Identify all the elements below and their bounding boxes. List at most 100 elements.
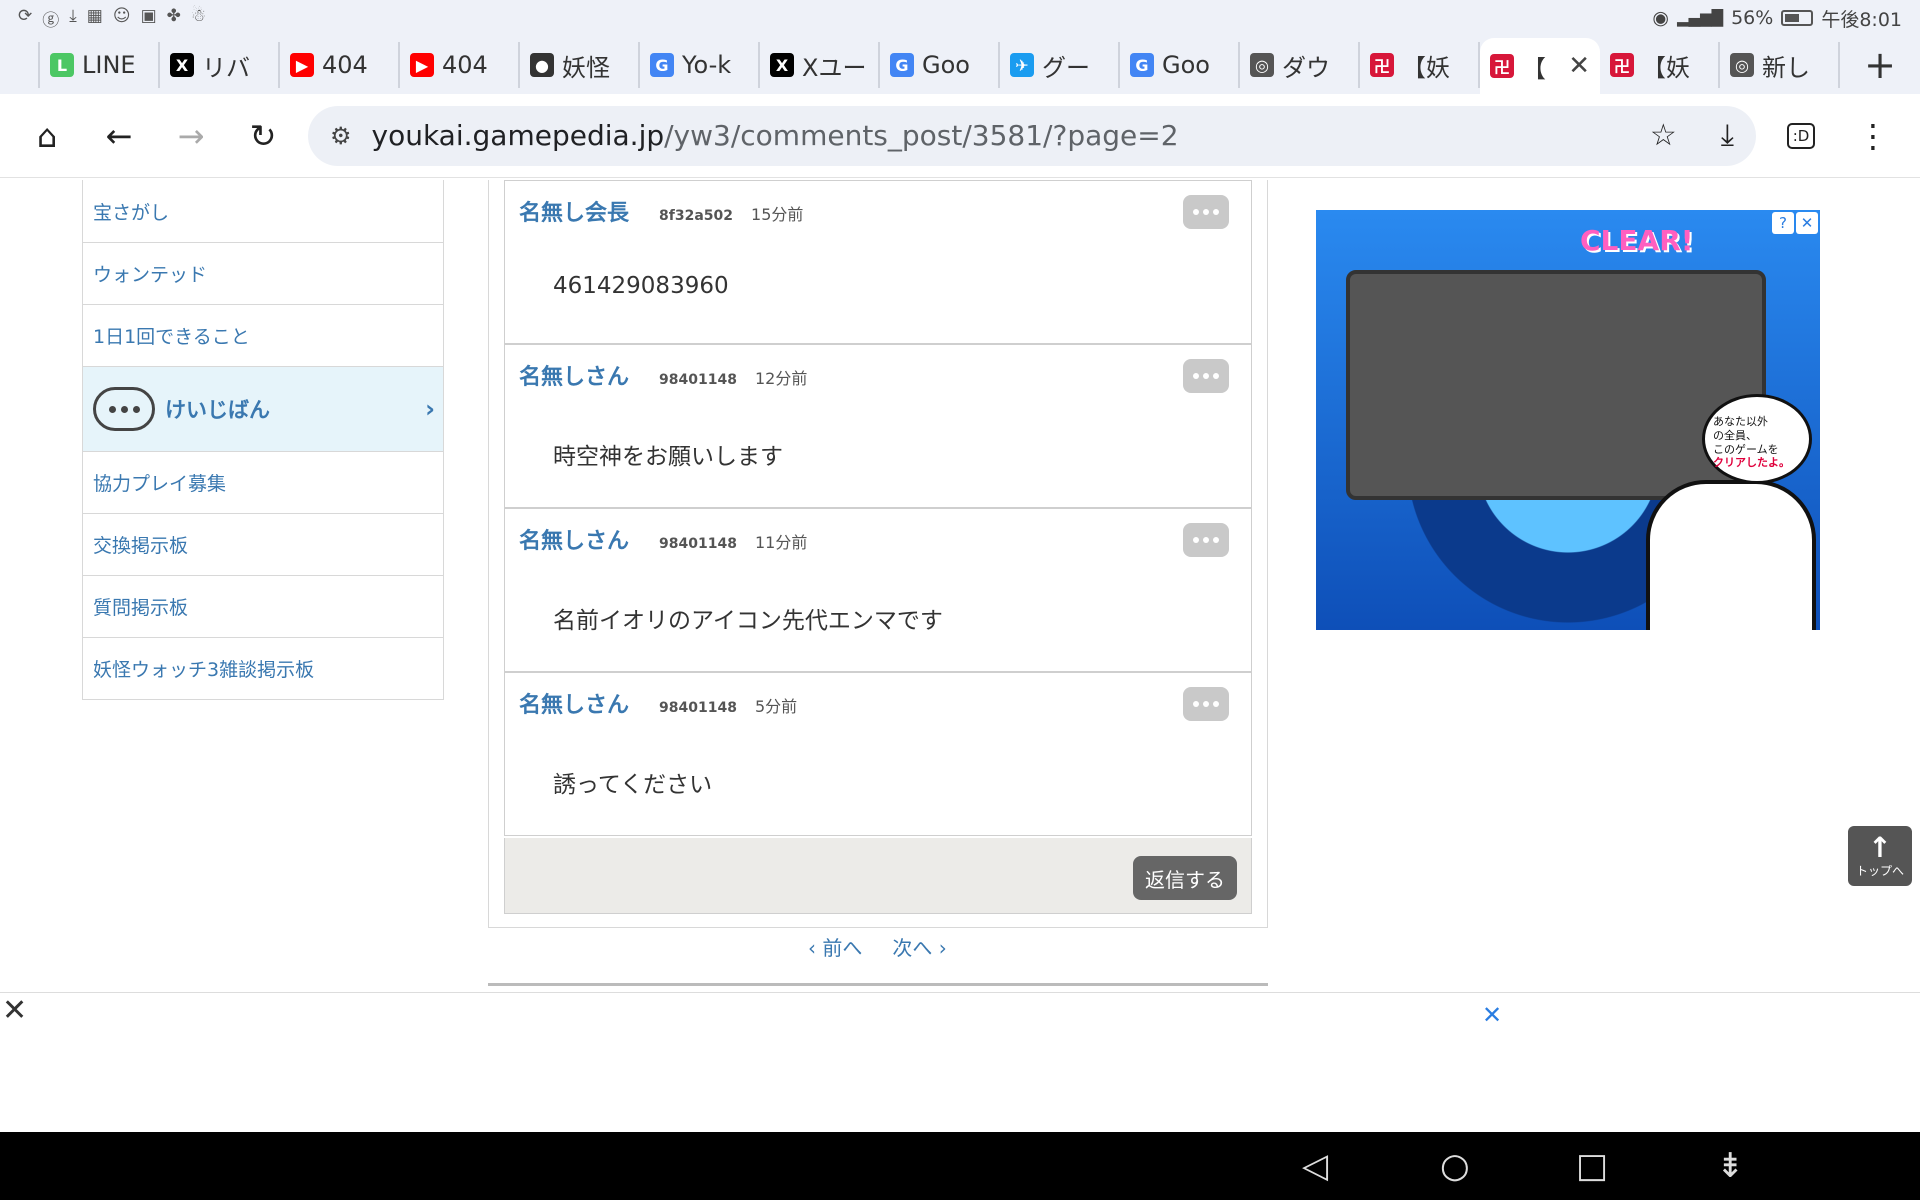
more-options-button[interactable]	[1183, 195, 1229, 229]
sidebar-item[interactable]: ウォンテッド	[83, 242, 443, 304]
more-options-button[interactable]	[1183, 687, 1229, 721]
ad-info-icon[interactable]: ?	[1772, 212, 1794, 234]
comment-author[interactable]: 名無しさん	[519, 359, 629, 391]
browser-tab[interactable]: ◎ ダウ	[1240, 42, 1360, 88]
sidebar-item-label: 交換掲示板	[93, 535, 189, 557]
ad-banner[interactable]: CLEAR! あなた以外 の全員、 このゲームを クリアしたよ。 ? ✕	[1316, 210, 1820, 630]
reload-button[interactable]: ↻	[236, 109, 290, 163]
tab-favicon-icon: G	[890, 53, 914, 77]
tab-switcher-icon: :D	[1786, 122, 1816, 149]
ad-clear-text: CLEAR!	[1580, 224, 1694, 257]
prev-page-link[interactable]: ‹ 前へ	[808, 932, 862, 961]
comment-time: 12分前	[754, 369, 808, 388]
comment-user-id: 8f32a502	[659, 208, 734, 224]
sidebar-item[interactable]: けいじばん ›	[83, 366, 443, 451]
tab-title: 404	[442, 51, 488, 79]
next-page-link[interactable]: 次へ ›	[892, 932, 946, 961]
tab-favicon-icon: X	[770, 53, 794, 77]
ad-bubble-line: このゲームを	[1713, 442, 1779, 456]
back-button[interactable]: ←	[92, 109, 146, 163]
nav-home-icon[interactable]: ○	[1440, 1146, 1470, 1186]
sidebar-item[interactable]: 1日1回できること	[83, 304, 443, 366]
browser-tab[interactable]: X リバ	[160, 42, 280, 88]
nav-recents-icon[interactable]: □	[1576, 1146, 1608, 1186]
browser-tab[interactable]: 卍【妖	[1360, 42, 1480, 88]
tab-favicon-icon: G	[650, 53, 674, 77]
comment-user-id: 98401148	[659, 700, 737, 716]
clock: 午後8:01	[1821, 8, 1902, 31]
notification-icon: ⤓	[69, 5, 77, 26]
browser-tab[interactable]: ▶ 404	[280, 42, 400, 88]
browser-tab[interactable]: G Goo	[1120, 42, 1240, 88]
nav-extra-icon[interactable]: ⇟	[1716, 1146, 1745, 1186]
bottom-ad-close-icon[interactable]: ✕	[2, 993, 27, 1028]
nav-back-icon[interactable]: ◁	[1302, 1146, 1328, 1186]
sidebar-item[interactable]: 交換掲示板	[83, 513, 443, 575]
notification-icon: ☃	[190, 5, 207, 26]
tab-title: LINE	[82, 51, 136, 79]
comment-item: 名無しさん 98401148 12分前時空神をお願いします	[504, 344, 1252, 508]
address-bar[interactable]: ⚙ youkai.gamepedia.jp/yw3/comments_post/…	[308, 105, 1756, 166]
comment-author[interactable]: 名無しさん	[519, 523, 629, 555]
browser-tab[interactable]: G Goo	[880, 42, 1000, 88]
reply-button[interactable]: 返信する	[1133, 856, 1237, 900]
browser-tab[interactable]: L LINE	[40, 42, 160, 88]
back-to-top-button[interactable]: ↑ トップへ	[1848, 826, 1912, 886]
url-text[interactable]: youkai.gamepedia.jp/yw3/comments_post/35…	[372, 119, 1179, 152]
sidebar-item[interactable]: 協力プレイ募集	[83, 451, 443, 513]
menu-button[interactable]: ⋮	[1846, 109, 1900, 163]
tab-favicon-icon: ▶	[410, 53, 434, 77]
browser-tab[interactable]: ✈ グー	[1000, 42, 1120, 88]
browser-tab[interactable]: ◎ 新し	[1720, 42, 1840, 88]
tab-favicon-icon: ◎	[1250, 53, 1274, 77]
browser-tab[interactable]: ▶ 404	[400, 42, 520, 88]
sidebar-item[interactable]: 妖怪ウォッチ3雑談掲示板	[83, 637, 443, 699]
reply-bar: 返信する	[504, 838, 1252, 914]
home-button[interactable]: ⌂	[20, 109, 74, 163]
tab-title: 【	[1522, 54, 1546, 83]
bookmark-star-icon[interactable]: ☆	[1650, 118, 1677, 153]
forward-button[interactable]: →	[164, 109, 218, 163]
site-info-icon[interactable]: ⚙	[330, 122, 352, 150]
url-host: youkai.gamepedia.jp	[371, 119, 665, 152]
tab-favicon-icon: ▶	[290, 53, 314, 77]
tab-title: 妖怪	[562, 53, 610, 82]
battery-percent: 56%	[1731, 7, 1774, 29]
bottom-ad-x-icon[interactable]: ✕	[1482, 1001, 1502, 1029]
omnibox-actions: ☆ ⤓	[1650, 118, 1734, 153]
ad-bubble-line: の全員、	[1713, 428, 1757, 442]
sidebar-item-label: 1日1回できること	[93, 326, 250, 348]
browser-tab[interactable]: ● 妖怪	[520, 42, 640, 88]
tab-switcher-button[interactable]: :D	[1774, 109, 1828, 163]
browser-tab[interactable]: X Xユー	[760, 42, 880, 88]
browser-tab[interactable]: 卍【 ✕	[1480, 38, 1600, 94]
chat-bubble-icon	[93, 387, 155, 431]
chevron-right-icon: ›	[425, 395, 435, 423]
notification-icon: ✤	[166, 5, 181, 26]
tab-favicon-icon: 卍	[1610, 53, 1634, 77]
comment-author[interactable]: 名無しさん	[519, 687, 629, 719]
more-options-button[interactable]	[1183, 523, 1229, 557]
sidebar-item[interactable]: 宝さがし	[83, 180, 443, 242]
download-icon[interactable]: ⤓	[1721, 118, 1734, 153]
tab-title: Goo	[1162, 51, 1210, 79]
tab-close-icon[interactable]: ✕	[1568, 51, 1590, 81]
system-status-bar: ⟳ ⓖ ⤓ ▦ ☺ ▣ ✤ ☃ ◉ ▂▄▆█ 56% 午後8:01	[0, 0, 1920, 36]
browser-tab[interactable]: G Yo-k	[640, 42, 760, 88]
comment-header: 名無し会長 8f32a502 15分前	[519, 195, 803, 227]
ad-controls: ? ✕	[1772, 212, 1818, 234]
comment-body: 時空神をお願いします	[553, 444, 783, 470]
sidebar-item-label: 質問掲示板	[93, 597, 189, 619]
tab-title: リバ	[202, 53, 250, 82]
comment-item: 名無し会長 8f32a502 15分前 461429083960	[504, 180, 1252, 344]
battery-icon	[1781, 10, 1814, 26]
comment-time: 15分前	[751, 205, 804, 224]
browser-tab[interactable]: 卍【妖	[1600, 42, 1720, 88]
pagination: ‹ 前へ 次へ ›	[808, 932, 947, 961]
sidebar-item[interactable]: 質問掲示板	[83, 575, 443, 637]
new-tab-button[interactable]: +	[1864, 43, 1896, 87]
more-options-button[interactable]	[1183, 359, 1229, 393]
comment-user-id: 98401148	[659, 372, 737, 388]
ad-close-icon[interactable]: ✕	[1796, 212, 1818, 234]
comment-author[interactable]: 名無し会長	[519, 195, 629, 227]
